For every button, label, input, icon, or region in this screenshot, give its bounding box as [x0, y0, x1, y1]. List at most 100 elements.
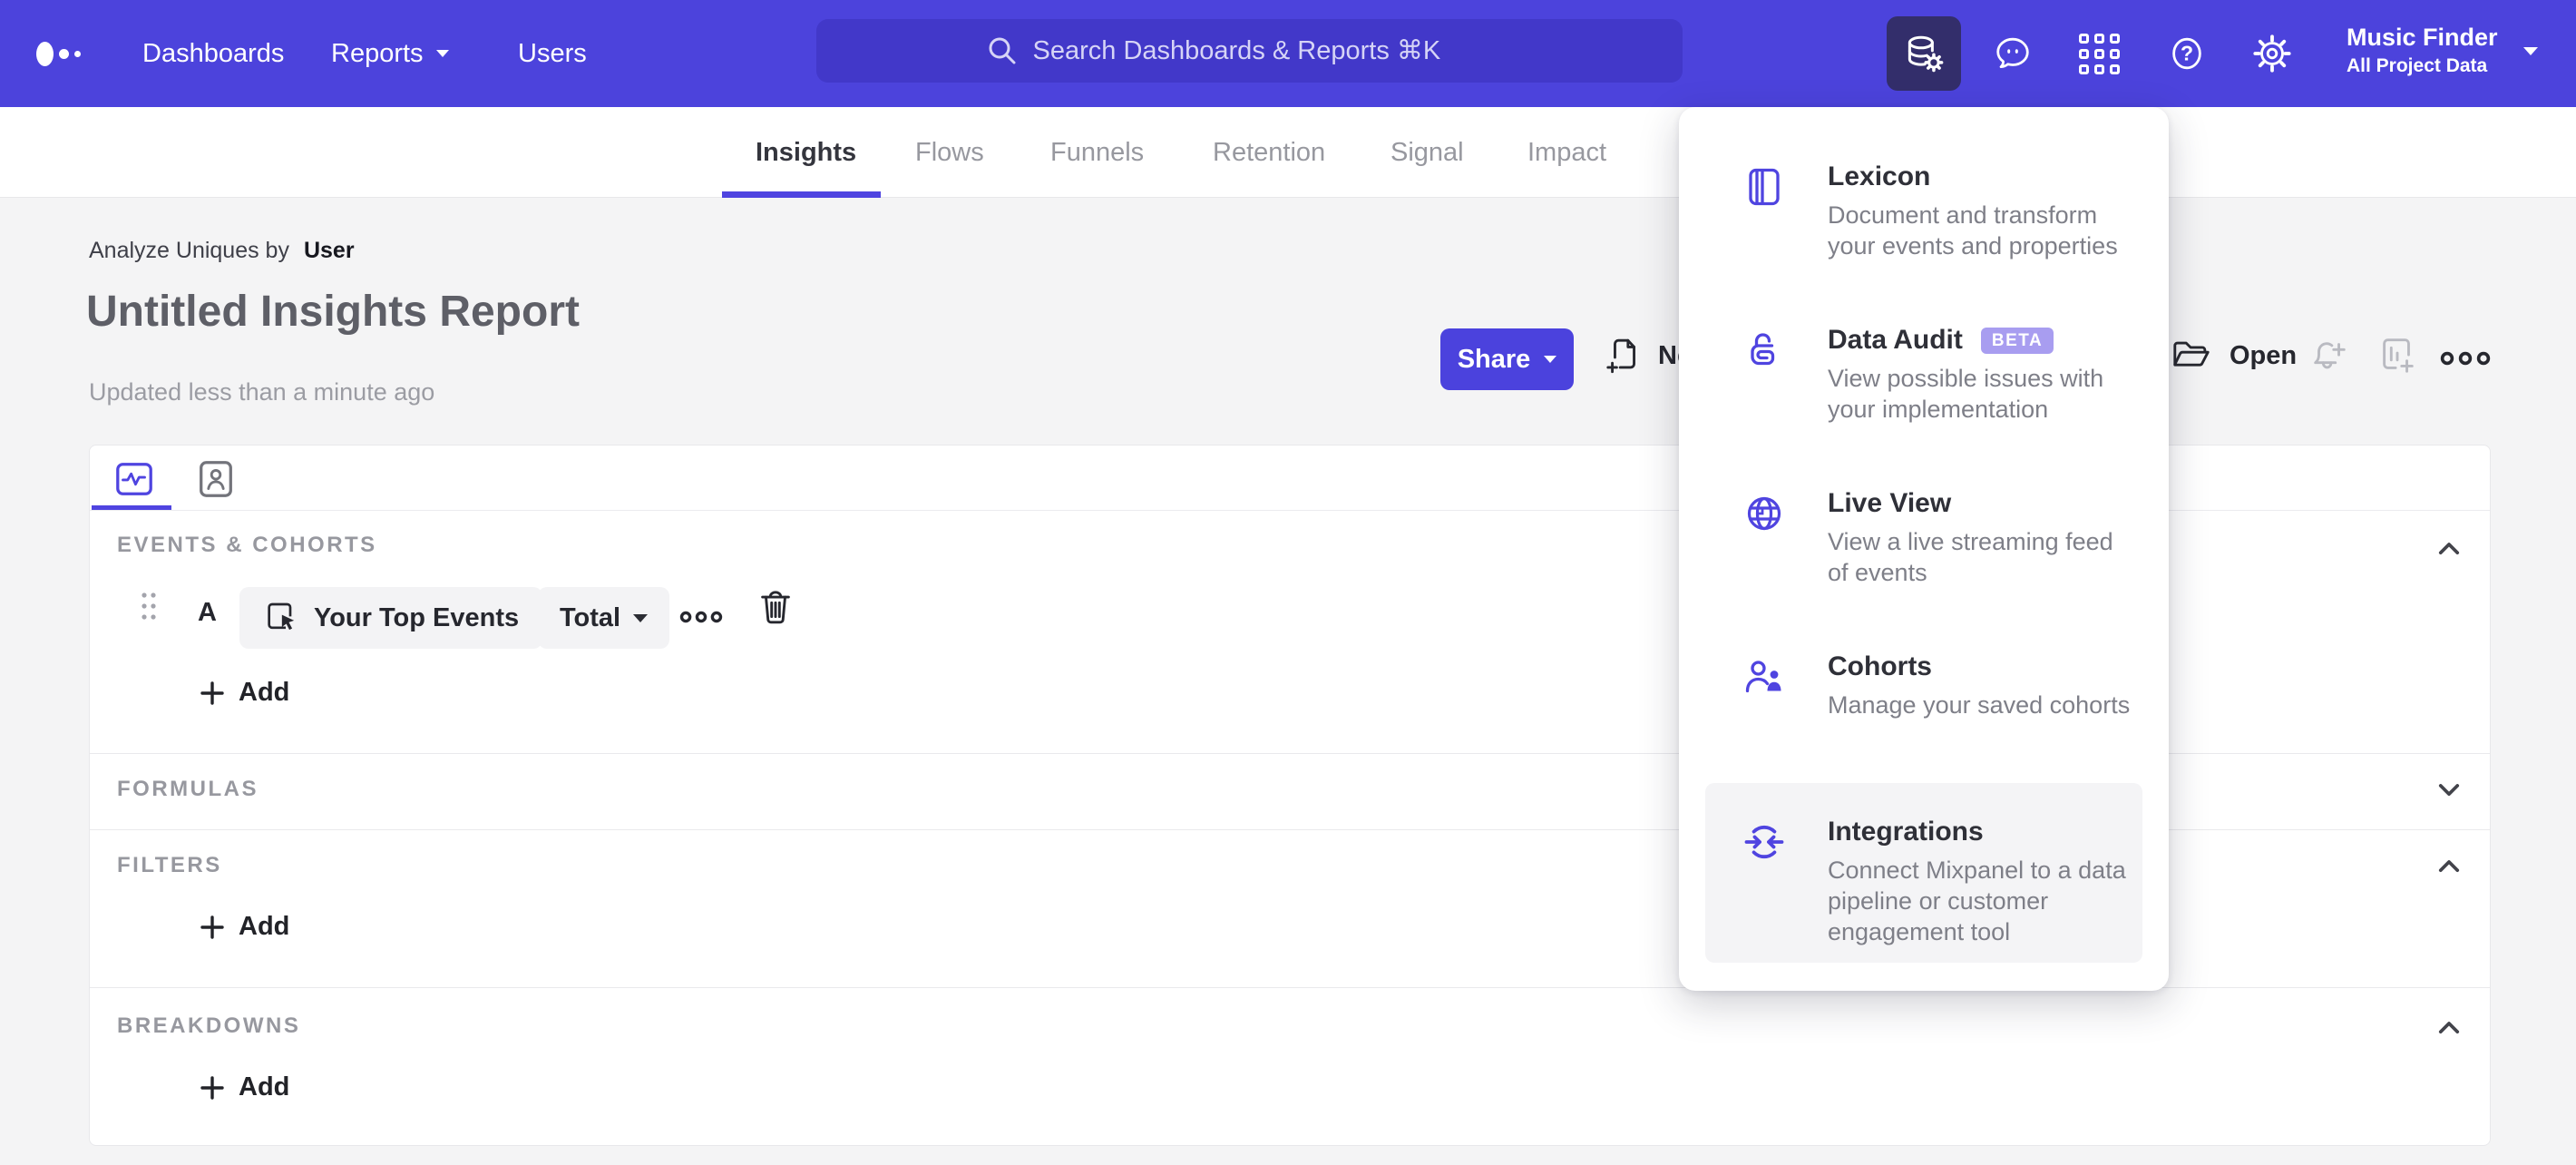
add-filter-label: Add — [239, 912, 290, 941]
section-label-formulas: FORMULAS — [117, 777, 259, 801]
feedback-button[interactable] — [1992, 33, 2034, 74]
drag-dots-icon — [141, 592, 156, 620]
live-view-globe-icon — [1747, 496, 1781, 531]
apps-grid-icon — [2079, 34, 2120, 74]
delete-event-button[interactable] — [755, 587, 796, 629]
menu-item-integrations[interactable]: Integrations Connect Mixpanel to a data … — [1742, 817, 2136, 947]
profile-card-icon — [200, 461, 232, 497]
tab-funnels[interactable]: Funnels — [1050, 107, 1144, 198]
section-label-breakdowns: BREAKDOWNS — [117, 1013, 301, 1038]
menu-item-description: View possible issues with your implement… — [1828, 365, 2104, 423]
top-navigation-bar: Dashboards Reports Users Search Dashboar… — [0, 0, 2576, 107]
document-plus-icon — [1606, 338, 1635, 374]
tab-flows-label: Flows — [915, 137, 984, 167]
more-actions-button[interactable] — [2440, 347, 2491, 370]
menu-item-title: Data Audit — [1828, 325, 1963, 355]
settings-button[interactable] — [2251, 33, 2293, 74]
collapse-filters-button[interactable] — [2435, 854, 2463, 877]
database-gear-icon — [1908, 35, 1944, 73]
event-selector-chip[interactable]: Your Top Events — [239, 587, 543, 649]
tab-signal[interactable]: Signal — [1390, 107, 1464, 198]
menu-item-title: Cohorts — [1828, 651, 1932, 681]
menu-item-description: Manage your saved cohorts — [1828, 691, 2131, 719]
add-breakdown-label: Add — [239, 1072, 290, 1101]
project-name: Music Finder — [2347, 24, 2498, 51]
help-button[interactable]: ? — [2166, 33, 2208, 74]
plus-icon — [200, 680, 224, 705]
analyze-value-dropdown[interactable]: User — [304, 238, 355, 264]
create-alert-button[interactable] — [2308, 336, 2350, 377]
chevron-down-icon — [2523, 47, 2538, 55]
nav-dashboards[interactable]: Dashboards — [142, 0, 284, 107]
event-row-letter: A — [198, 598, 217, 627]
menu-item-data-audit[interactable]: Data Audit BETA View possible issues wit… — [1742, 325, 2136, 425]
tab-profiles-view[interactable] — [195, 458, 237, 500]
drag-handle[interactable] — [139, 591, 159, 622]
event-cursor-icon — [268, 602, 295, 631]
menu-item-description: View a live streaming feed of events — [1828, 528, 2113, 586]
tab-funnels-label: Funnels — [1050, 137, 1145, 167]
data-management-button[interactable] — [1887, 16, 1961, 91]
event-row-more-button[interactable] — [679, 607, 723, 627]
menu-item-title: Live View — [1828, 488, 1952, 518]
apps-grid-button[interactable] — [2079, 34, 2120, 74]
mixpanel-logo-icon[interactable] — [36, 0, 81, 107]
collapse-breakdowns-button[interactable] — [2435, 1015, 2463, 1039]
section-label-filters: FILTERS — [117, 853, 222, 877]
data-management-menu: Lexicon Document and transform your even… — [1679, 107, 2169, 991]
bell-plus-icon — [2314, 342, 2346, 369]
chevron-down-icon — [2438, 784, 2460, 797]
tab-signal-label: Signal — [1390, 137, 1464, 167]
nav-reports[interactable]: Reports — [331, 0, 449, 107]
pulse-chart-icon — [116, 463, 152, 495]
search-input[interactable] — [1032, 35, 1514, 66]
collapse-events-button[interactable] — [2435, 536, 2463, 560]
analyze-label: Analyze Uniques by — [89, 238, 289, 263]
open-button-label: Open — [2230, 340, 2298, 370]
expand-formulas-button[interactable] — [2435, 778, 2463, 801]
nav-users-label: Users — [518, 38, 587, 68]
folder-open-icon — [2173, 341, 2210, 367]
tab-events-view[interactable] — [113, 458, 155, 500]
share-button[interactable]: Share — [1440, 328, 1574, 390]
project-scope: All Project Data — [2347, 55, 2488, 76]
menu-item-description: Connect Mixpanel to a data pipeline or c… — [1828, 857, 2126, 945]
menu-item-live-view[interactable]: Live View View a live streaming feed of … — [1742, 488, 2136, 588]
tab-flows[interactable]: Flows — [915, 107, 984, 198]
tab-retention[interactable]: Retention — [1213, 107, 1325, 198]
menu-item-description: Document and transform your events and p… — [1828, 201, 2118, 259]
chevron-down-icon — [1544, 356, 1557, 363]
menu-item-cohorts[interactable]: Cohorts Manage your saved cohorts — [1742, 651, 2136, 720]
page-title[interactable]: Untitled Insights Report — [86, 287, 580, 337]
tab-insights-label: Insights — [756, 137, 857, 167]
tab-impact-label: Impact — [1527, 137, 1607, 167]
open-report-button[interactable]: Open — [2170, 335, 2297, 377]
chevron-up-icon — [2438, 1022, 2460, 1034]
tab-impact[interactable]: Impact — [1527, 107, 1606, 198]
nav-reports-label: Reports — [331, 38, 424, 68]
feedback-bubble-icon — [1996, 37, 2029, 69]
nav-users[interactable]: Users — [518, 0, 587, 107]
menu-item-title: Lexicon — [1828, 162, 1931, 191]
report-tab-bar: Insights Flows Funnels Retention Signal … — [0, 107, 2576, 198]
chevron-up-icon — [2438, 860, 2460, 873]
add-event-button[interactable]: Add — [199, 678, 289, 708]
menu-item-lexicon[interactable]: Lexicon Document and transform your even… — [1742, 162, 2136, 261]
ellipsis-icon — [2440, 351, 2491, 366]
add-breakdown-button[interactable]: Add — [199, 1072, 289, 1102]
cohorts-users-icon — [1745, 661, 1781, 693]
search-icon — [989, 37, 1015, 64]
add-filter-button[interactable]: Add — [199, 912, 289, 942]
event-selector-label: Your Top Events — [314, 602, 520, 632]
add-to-board-button[interactable] — [2376, 334, 2418, 376]
active-tab-underline — [722, 191, 881, 198]
svg-text:?: ? — [2181, 42, 2193, 65]
updated-timestamp: Updated less than a minute ago — [89, 378, 435, 406]
project-switcher[interactable]: Music Finder All Project Data — [2347, 22, 2498, 80]
global-search[interactable] — [816, 19, 1683, 83]
metric-dropdown-chip[interactable]: Total — [538, 587, 670, 649]
metric-dropdown-label: Total — [560, 602, 621, 632]
nav-dashboards-label: Dashboards — [142, 38, 285, 68]
ellipsis-icon — [679, 611, 723, 623]
tab-insights[interactable]: Insights — [756, 107, 856, 198]
